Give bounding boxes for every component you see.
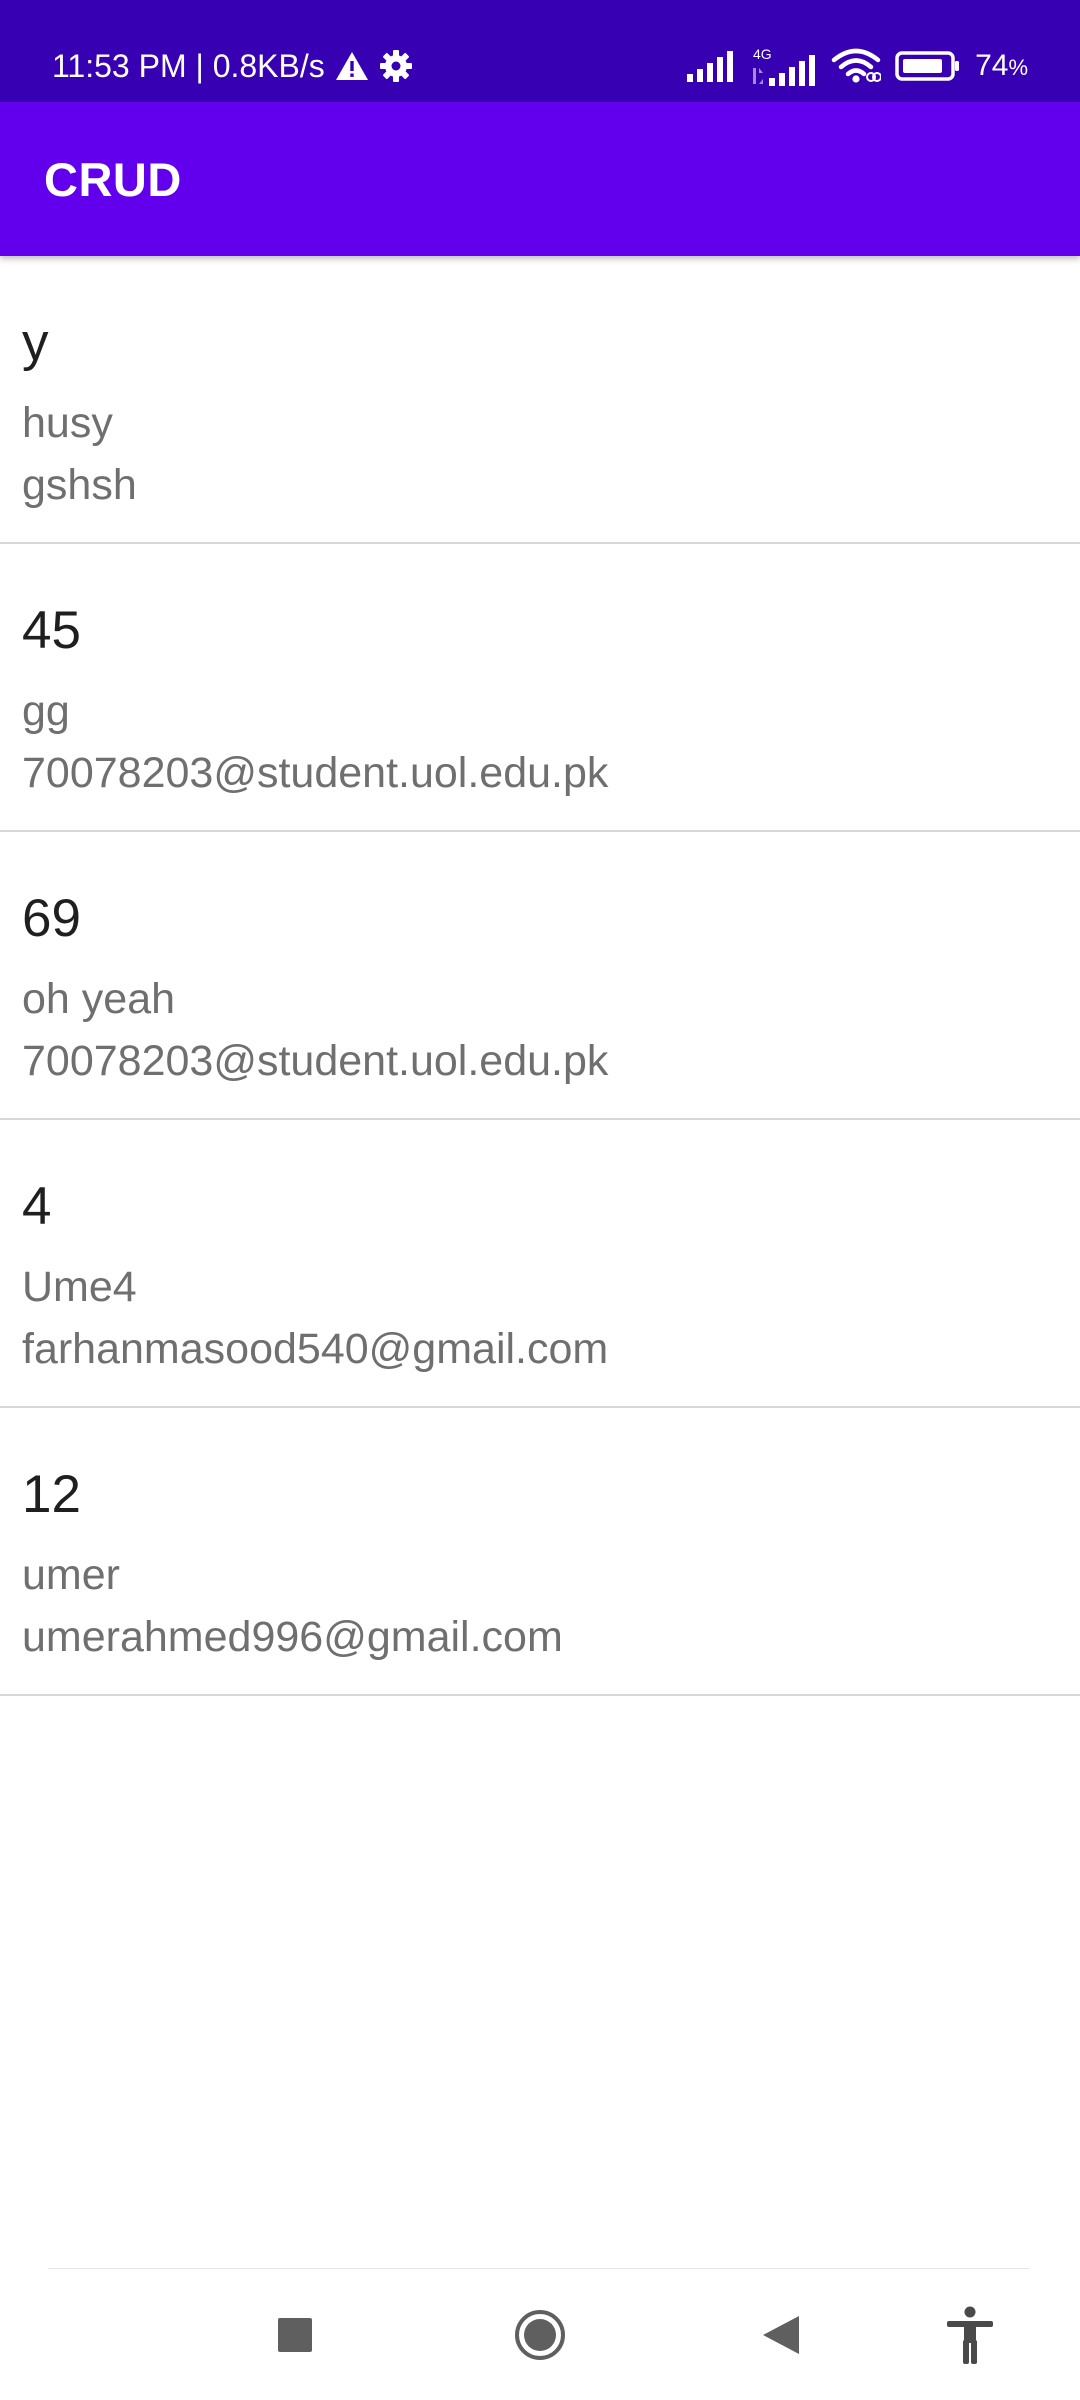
list-item[interactable]: y husy gshsh (0, 256, 1080, 544)
recents-button[interactable] (250, 2270, 340, 2400)
signal-icon (687, 50, 737, 82)
signal-4g-icon: 4G (751, 46, 817, 86)
item-email: umerahmed996@gmail.com (22, 1613, 563, 1661)
item-name: umer (22, 1551, 120, 1599)
back-triangle-icon (761, 2314, 801, 2356)
home-button[interactable] (495, 2270, 585, 2400)
battery-icon (895, 50, 961, 82)
item-title: 69 (22, 889, 81, 948)
home-circle-icon (514, 2309, 566, 2361)
navigation-bar (0, 2270, 1080, 2400)
app-bar: CRUD (0, 102, 1080, 256)
battery-unit: % (1008, 55, 1028, 80)
back-button[interactable] (736, 2270, 826, 2400)
item-email: gshsh (22, 461, 137, 509)
item-title: 45 (22, 601, 81, 660)
wifi-icon (831, 48, 882, 84)
list-item[interactable]: 12 umer umerahmed996@gmail.com (0, 1408, 1080, 1696)
item-email: farhanmasood540@gmail.com (22, 1325, 609, 1373)
settings-gear-icon (379, 49, 413, 83)
item-name: oh yeah (22, 975, 176, 1023)
status-time-speed: 11:53 PM | 0.8KB/s (52, 47, 325, 84)
list-item[interactable]: 4 Ume4 farhanmasood540@gmail.com (0, 1120, 1080, 1408)
item-title: 12 (22, 1465, 81, 1524)
nav-divider (48, 2268, 1030, 2269)
item-name: gg (22, 687, 70, 735)
item-email: 70078203@student.uol.edu.pk (22, 1037, 609, 1085)
warning-icon (335, 51, 369, 81)
item-email: 70078203@student.uol.edu.pk (22, 749, 609, 797)
app-title: CRUD (44, 152, 182, 206)
battery-percentage: 74% (975, 49, 1028, 83)
accessibility-button[interactable] (925, 2270, 1015, 2400)
recents-square-icon (277, 2317, 313, 2353)
item-name: husy (22, 399, 113, 447)
record-list: y husy gshsh 45 gg 70078203@student.uol.… (0, 256, 1080, 1696)
item-name: Ume4 (22, 1263, 137, 1311)
battery-value: 74 (975, 49, 1009, 82)
network-type-label: 4G (753, 46, 772, 62)
status-bar: 11:53 PM | 0.8KB/s 4G 74% (0, 0, 1080, 102)
list-item[interactable]: 45 gg 70078203@student.uol.edu.pk (0, 544, 1080, 832)
item-title: 4 (22, 1177, 52, 1236)
accessibility-icon (945, 2306, 995, 2364)
list-item[interactable]: 69 oh yeah 70078203@student.uol.edu.pk (0, 832, 1080, 1120)
item-title: y (22, 313, 49, 372)
